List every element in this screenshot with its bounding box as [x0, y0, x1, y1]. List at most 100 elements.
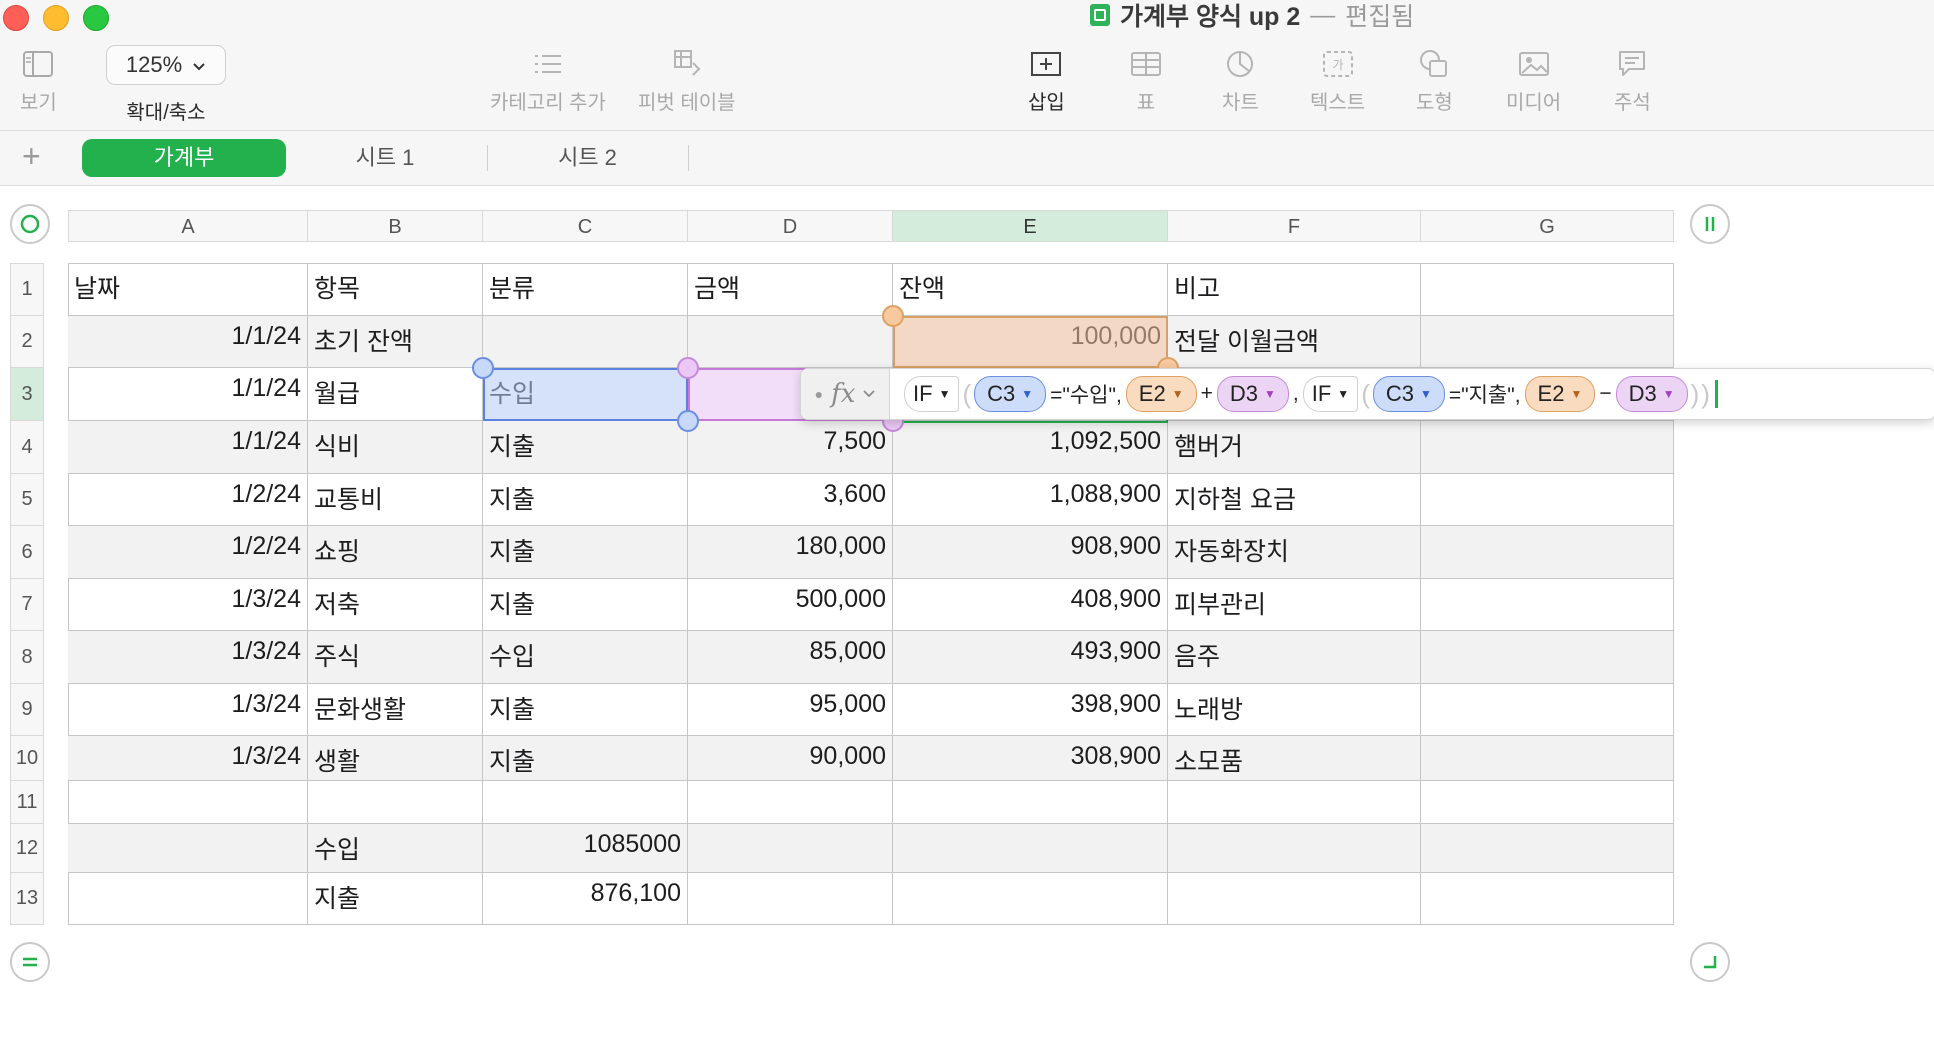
formula-function-if[interactable]: IF ▼ — [1302, 376, 1359, 412]
chart-button[interactable]: 차트 — [1222, 46, 1259, 115]
cell-e10[interactable]: 308,900 — [893, 736, 1168, 781]
column-header-g[interactable]: G — [1421, 210, 1674, 242]
cell-e11[interactable] — [893, 781, 1168, 824]
column-header-d[interactable]: D — [688, 210, 893, 242]
cell-f4[interactable]: 햄버거 — [1168, 421, 1421, 474]
cell-g9[interactable] — [1421, 684, 1674, 736]
row-header-3[interactable]: 3 — [10, 368, 44, 421]
cell-e13[interactable] — [893, 873, 1168, 925]
add-sheet-button[interactable]: + — [22, 139, 41, 173]
cell-g4[interactable] — [1421, 421, 1674, 474]
row-header-1[interactable]: 1 — [10, 263, 44, 316]
cell-d9[interactable]: 95,000 — [688, 684, 893, 736]
cell-g11[interactable] — [1421, 781, 1674, 824]
select-table-button[interactable] — [10, 204, 50, 244]
insert-button[interactable]: 삽입 — [1028, 46, 1065, 115]
cell-c6[interactable]: 지출 — [483, 526, 688, 579]
cell-d5[interactable]: 3,600 — [688, 474, 893, 526]
formula-editor[interactable]: ● fx IF ▼ ( C3 ▼ ="수입", E2 ▼ + D3 ▼ , IF ▼ ( … — [800, 368, 1934, 420]
cell-g5[interactable] — [1421, 474, 1674, 526]
cell-b2[interactable]: 초기 잔액 — [308, 316, 483, 368]
cell-g10[interactable] — [1421, 736, 1674, 781]
add-category-button[interactable]: 카테고리 추가 — [490, 46, 606, 115]
pivot-table-button[interactable]: 피벗 테이블 — [638, 46, 736, 115]
cell-g2[interactable] — [1421, 316, 1674, 368]
cell-d6[interactable]: 180,000 — [688, 526, 893, 579]
formula-menu-button[interactable]: ● fx — [801, 369, 890, 419]
cell-b3[interactable]: 월급 — [308, 368, 483, 421]
cell-e9[interactable]: 398,900 — [893, 684, 1168, 736]
row-header-4[interactable]: 4 — [10, 421, 44, 474]
formula-function-if[interactable]: IF ▼ — [904, 376, 960, 412]
minimize-window-button[interactable] — [43, 5, 69, 31]
cell-b4[interactable]: 식비 — [308, 421, 483, 474]
cell-e12[interactable] — [893, 824, 1168, 873]
cell-e8[interactable]: 493,900 — [893, 631, 1168, 684]
cell-a11[interactable] — [68, 781, 308, 824]
cell-a13[interactable] — [68, 873, 308, 925]
cell-d8[interactable]: 85,000 — [688, 631, 893, 684]
row-header-8[interactable]: 8 — [10, 631, 44, 684]
cell-d11[interactable] — [688, 781, 893, 824]
cell-e7[interactable]: 408,900 — [893, 579, 1168, 631]
cell-f10[interactable]: 소모품 — [1168, 736, 1421, 781]
cell-d1[interactable]: 금액 — [688, 263, 893, 316]
document-name[interactable]: 가계부 양식 up 2 — [1120, 0, 1300, 33]
cell-d4[interactable]: 7,500 — [688, 421, 893, 474]
table-button[interactable]: 표 — [1130, 46, 1162, 115]
cell-a6[interactable]: 1/2/24 — [68, 526, 308, 579]
media-button[interactable]: 미디어 — [1506, 46, 1561, 115]
cell-d2[interactable] — [688, 316, 893, 368]
sheet-tab-sheet2[interactable]: 시트 2 — [500, 139, 675, 177]
cell-d13[interactable] — [688, 873, 893, 925]
range-handle-c3-top[interactable] — [472, 357, 494, 379]
cell-f5[interactable]: 지하철 요금 — [1168, 474, 1421, 526]
column-header-c[interactable]: C — [483, 210, 688, 242]
row-header-6[interactable]: 6 — [10, 526, 44, 579]
cell-c9[interactable]: 지출 — [483, 684, 688, 736]
cell-a7[interactable]: 1/3/24 — [68, 579, 308, 631]
cell-a9[interactable]: 1/3/24 — [68, 684, 308, 736]
cell-b12[interactable]: 수입 — [308, 824, 483, 873]
cell-a3[interactable]: 1/1/24 — [68, 368, 308, 421]
range-handle-e2-top[interactable] — [882, 305, 904, 327]
cell-b10[interactable]: 생활 — [308, 736, 483, 781]
cell-f2[interactable]: 전달 이월금액 — [1168, 316, 1421, 368]
cell-e6[interactable]: 908,900 — [893, 526, 1168, 579]
row-header-7[interactable]: 7 — [10, 579, 44, 631]
sheet-tab-gagyebu[interactable]: 가계부 — [82, 139, 286, 177]
formula-ref-d3[interactable]: D3 ▼ — [1615, 376, 1688, 412]
cell-f13[interactable] — [1168, 873, 1421, 925]
cell-c1[interactable]: 분류 — [483, 263, 688, 316]
cell-f1[interactable]: 비고 — [1168, 263, 1421, 316]
cell-e1[interactable]: 잔액 — [893, 263, 1168, 316]
formula-ref-e2[interactable]: E2 ▼ — [1125, 376, 1197, 412]
cell-g12[interactable] — [1421, 824, 1674, 873]
row-header-9[interactable]: 9 — [10, 684, 44, 736]
cell-g1[interactable] — [1421, 263, 1674, 316]
cell-d10[interactable]: 90,000 — [688, 736, 893, 781]
column-header-e[interactable]: E — [893, 210, 1168, 242]
cell-b7[interactable]: 저축 — [308, 579, 483, 631]
close-window-button[interactable] — [3, 5, 29, 31]
cell-g13[interactable] — [1421, 873, 1674, 925]
cell-b11[interactable] — [308, 781, 483, 824]
cell-e4[interactable]: 1,092,500 — [893, 421, 1168, 474]
cell-g6[interactable] — [1421, 526, 1674, 579]
zoom-popup[interactable]: 125% — [106, 45, 226, 85]
cell-d12[interactable] — [688, 824, 893, 873]
row-header-11[interactable]: 11 — [10, 781, 44, 824]
row-header-13[interactable]: 13 — [10, 873, 44, 925]
formula-ref-d3[interactable]: D3 ▼ — [1216, 376, 1289, 412]
cell-b13[interactable]: 지출 — [308, 873, 483, 925]
cell-f7[interactable]: 피부관리 — [1168, 579, 1421, 631]
cell-c7[interactable]: 지출 — [483, 579, 688, 631]
cell-a5[interactable]: 1/2/24 — [68, 474, 308, 526]
column-header-f[interactable]: F — [1168, 210, 1421, 242]
cell-d7[interactable]: 500,000 — [688, 579, 893, 631]
row-header-10[interactable]: 10 — [10, 736, 44, 781]
row-header-2[interactable]: 2 — [10, 316, 44, 368]
zoom-window-button[interactable] — [83, 5, 109, 31]
cell-g7[interactable] — [1421, 579, 1674, 631]
cell-a12[interactable] — [68, 824, 308, 873]
